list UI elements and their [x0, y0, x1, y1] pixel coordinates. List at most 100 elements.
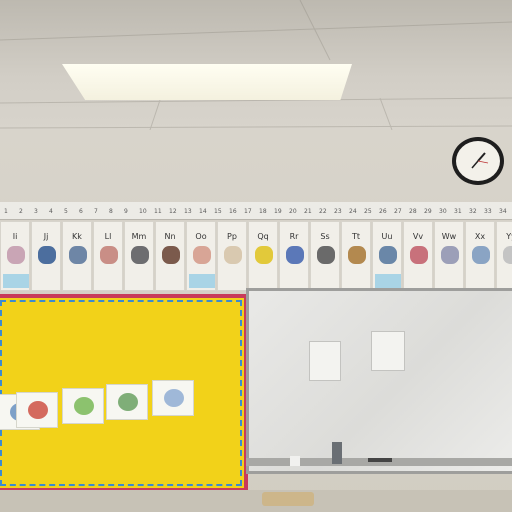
- number-line-number: 2: [19, 208, 23, 215]
- number-line-number: 13: [184, 208, 192, 215]
- alphabet-card-tag: [3, 274, 29, 288]
- number-line-number: 32: [469, 208, 477, 215]
- bulletin-paper: [16, 392, 58, 428]
- number-line-number: 29: [424, 208, 432, 215]
- eraser: [290, 456, 300, 466]
- alphabet-card: Qq: [248, 221, 278, 291]
- number-line-number: 8: [109, 208, 113, 215]
- alphabet-card-letter: Mm: [131, 232, 147, 241]
- number-line-number: 30: [439, 208, 447, 215]
- alphabet-card-letter: Qq: [257, 232, 269, 241]
- ceiling-light-panel: [62, 64, 352, 100]
- alphabet-card: Ii: [0, 221, 30, 291]
- alphabet-card-letter: Ww: [441, 232, 457, 241]
- alphabet-card-picture: [348, 246, 366, 264]
- whiteboard-sheet: [371, 331, 405, 371]
- number-line-number: 33: [484, 208, 492, 215]
- alphabet-card-picture: [131, 246, 149, 264]
- alphabet-card-picture: [69, 246, 87, 264]
- clock-hands: [471, 152, 489, 169]
- number-line-number: 12: [169, 208, 177, 215]
- number-line-number: 27: [394, 208, 402, 215]
- alphabet-card-letter: Xx: [474, 232, 486, 241]
- number-line-number: 6: [79, 208, 83, 215]
- alphabet-card: Ss: [310, 221, 340, 291]
- alphabet-card-picture: [193, 246, 211, 264]
- alphabet-card: Ww: [434, 221, 464, 291]
- alphabet-card-letter: Nn: [164, 232, 176, 241]
- alphabet-card: Yy: [496, 221, 512, 291]
- alphabet-card: Kk: [62, 221, 92, 291]
- alphabet-card-letter: Ll: [104, 232, 112, 241]
- alphabet-card: Oo: [186, 221, 216, 291]
- alphabet-card-letter: Kk: [72, 232, 82, 241]
- alphabet-card: Ll: [93, 221, 123, 291]
- alphabet-card: Tt: [341, 221, 371, 291]
- alphabet-card-picture: [38, 246, 56, 264]
- number-line-number: 5: [64, 208, 68, 215]
- marker-bottle: [332, 442, 342, 464]
- alphabet-card-picture: [224, 246, 242, 264]
- alphabet-card-picture: [162, 246, 180, 264]
- alphabet-card: Mm: [124, 221, 154, 291]
- alphabet-card: Rr: [279, 221, 309, 291]
- number-line-number: 7: [94, 208, 98, 215]
- alphabet-card-letter: Pp: [227, 232, 237, 241]
- cardboard-box: [262, 492, 314, 506]
- alphabet-card-picture: [286, 246, 304, 264]
- alphabet-card-picture: [317, 246, 335, 264]
- classroom-scene: 1 2 3 4 5 6 7 8 9 10 11 12 13 14 15 16 17 18 19 20 21 22 23 24 2…: [0, 0, 512, 512]
- number-line-number: 28: [409, 208, 417, 215]
- bulletin-paper: [152, 380, 194, 416]
- number-line-number: 31: [454, 208, 462, 215]
- number-line-number: 16: [229, 208, 237, 215]
- alphabet-card-picture: [100, 246, 118, 264]
- number-line-number: 10: [139, 208, 147, 215]
- number-line-number: 23: [334, 208, 342, 215]
- alphabet-card-letter: Jj: [43, 232, 49, 241]
- alphabet-card-picture: [255, 246, 273, 264]
- ceiling: [0, 0, 512, 130]
- shelf: [0, 490, 512, 512]
- number-line-number: 22: [319, 208, 327, 215]
- alphabet-card-letter: Yy: [506, 232, 512, 241]
- number-line-number: 15: [214, 208, 222, 215]
- alphabet-card-tag: [189, 274, 215, 288]
- alphabet-card-row: Ii Jj Kk Ll Mm Nn Oo Pp Qq Rr Ss Tt Uu Vv Ww Xx Yy: [0, 221, 512, 293]
- number-line-number: 20: [289, 208, 297, 215]
- alphabet-card-letter: Oo: [195, 232, 207, 241]
- bulletin-paper: [106, 384, 148, 420]
- alphabet-card-picture: [7, 246, 25, 264]
- number-line-number: 19: [274, 208, 282, 215]
- alphabet-card-picture: [410, 246, 428, 264]
- number-line-number: 1: [4, 208, 8, 215]
- alphabet-card-tag: [375, 274, 401, 288]
- number-line-number: 18: [259, 208, 267, 215]
- alphabet-card-letter: Ss: [320, 232, 330, 241]
- alphabet-card-letter: Rr: [289, 232, 299, 241]
- number-line-number: 24: [349, 208, 357, 215]
- alphabet-card-letter: Ii: [12, 232, 18, 241]
- whiteboard-sheet: [309, 341, 341, 381]
- number-line-number: 26: [379, 208, 387, 215]
- number-line-number: 14: [199, 208, 207, 215]
- alphabet-card-picture: [503, 246, 512, 264]
- alphabet-card-letter: Vv: [412, 232, 424, 241]
- alphabet-card-letter: Tt: [351, 232, 361, 241]
- alphabet-card: Xx: [465, 221, 495, 291]
- number-line-number: 11: [154, 208, 162, 215]
- number-line-number: 4: [49, 208, 53, 215]
- number-line-strip: 1 2 3 4 5 6 7 8 9 10 11 12 13 14 15 16 17 18 19 20 21 22 23 24 2…: [0, 202, 512, 220]
- number-line-number: 21: [304, 208, 312, 215]
- whiteboard: [246, 288, 512, 474]
- marker: [368, 458, 392, 462]
- alphabet-card: Pp: [217, 221, 247, 291]
- number-line-number: 34: [499, 208, 507, 215]
- number-line-number: 9: [124, 208, 128, 215]
- wall-clock-icon: [452, 137, 504, 185]
- number-line-number: 17: [244, 208, 252, 215]
- alphabet-card-picture: [379, 246, 397, 264]
- number-line-number: 25: [364, 208, 372, 215]
- alphabet-card: Jj: [31, 221, 61, 291]
- yellow-bulletin-board: [0, 294, 248, 492]
